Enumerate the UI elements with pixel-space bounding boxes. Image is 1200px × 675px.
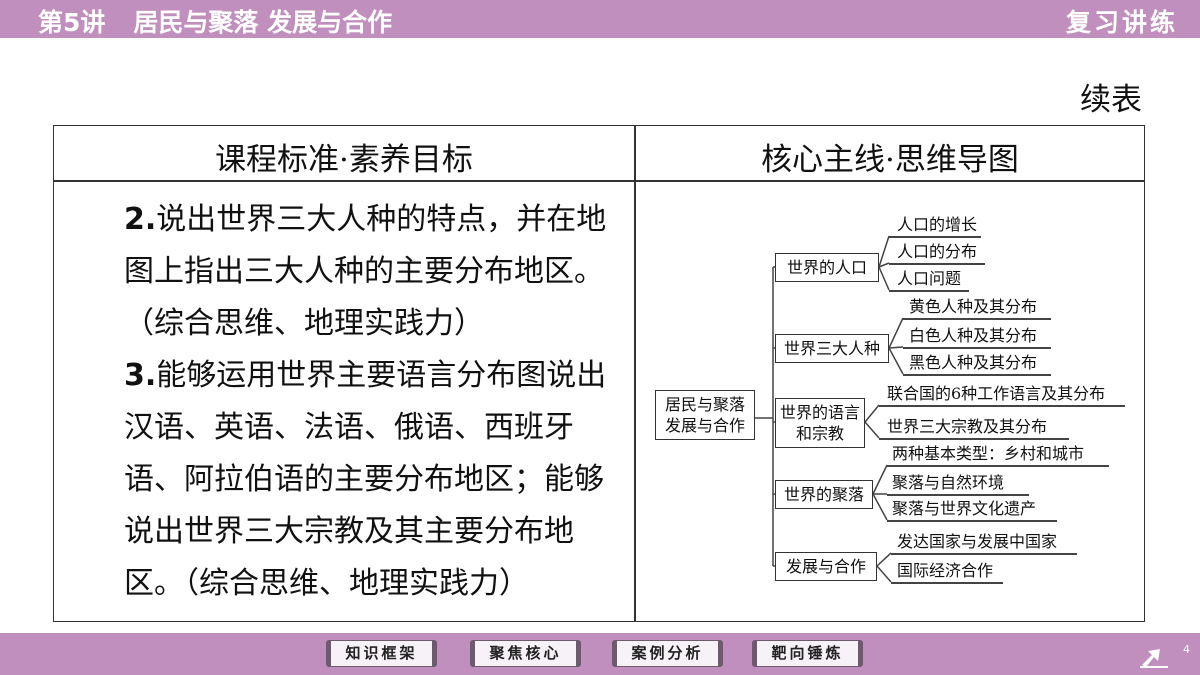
leaf-underline [891,582,1003,584]
lesson-heading: 第5讲 居民与聚落 发展与合作 [38,3,392,39]
page-arrow-icon[interactable] [1138,639,1186,669]
mindmap-leaf: 聚落与自然环境 [892,473,1005,492]
mindmap-leaf: 联合国的6种工作语言及其分布 [887,384,1106,403]
standard-item: 3.能够运用世界主要语言分布图说出汉语、英语、法语、俄语、西班牙语、阿拉伯语的主… [62,350,628,610]
mindmap-leaf: 发达国家与发展中国家 [897,532,1058,551]
leaf-underline [889,236,981,238]
leaf-underline [903,318,1051,320]
leaf-underline [887,494,1029,496]
col-header-standards: 课程标准·素养目标 [215,142,473,178]
leaf-underline [879,438,1069,440]
standard-item: 2.说出世界三大人种的特点，并在地图上指出三大人种的主要分布地区。（综合思维、地… [62,194,628,350]
mindmap-leaf: 聚落与世界文化遗产 [892,499,1037,518]
nav-button-focus-core[interactable]: 聚焦核心 [470,640,581,667]
col-header-mindmap: 核心主线·思维导图 [761,142,1019,178]
leaf-underline [879,405,1125,407]
leaf-underline [887,465,1109,467]
mindmap-leaf: 人口问题 [897,269,962,288]
mindmap-leaf: 世界三大宗教及其分布 [887,417,1048,436]
module-title: 复习讲练 [1065,8,1178,37]
lesson-title: 居民与聚落 发展与合作 [133,8,393,37]
standard-number: 2. [124,202,157,237]
mindmap-leaf: 人口的分布 [897,242,978,261]
standard-text: 能够运用世界主要语言分布图说出汉语、英语、法语、俄语、西班牙语、阿拉伯语的主要分… [124,358,607,601]
nav-button-targeted-practice[interactable]: 靶向锤炼 [752,640,863,667]
mind-map: 居民与聚落发展与合作 世界的人口 世界三大人种 世界的语言和宗教 世界的聚落 发… [601,198,1141,598]
leaf-underline [903,347,1051,349]
mindmap-leaf: 黄色人种及其分布 [909,297,1038,316]
continued-label: 续表 [1080,82,1142,118]
header-bar: 第5讲 居民与聚落 发展与合作 复习讲练 [0,0,1200,38]
page-number: 4 [1183,643,1190,656]
mindmap-leaf: 人口的增长 [897,215,978,234]
mindmap-leaf: 黑色人种及其分布 [909,353,1038,372]
row-divider [54,180,1144,182]
leaf-underline [889,263,985,265]
footer-bar: 知识框架 聚焦核心 案例分析 靶向锤炼 4 [0,633,1200,675]
leaf-underline [887,520,1057,522]
leaf-underline [891,553,1077,555]
mindmap-branch: 世界的语言和宗教 [775,398,865,448]
nav-button-case-analysis[interactable]: 案例分析 [612,640,723,667]
mindmap-branch: 发展与合作 [775,552,877,581]
standards-text: 2.说出世界三大人种的特点，并在地图上指出三大人种的主要分布地区。（综合思维、地… [62,194,628,610]
standard-text: 说出世界三大人种的特点，并在地图上指出三大人种的主要分布地区。（综合思维、地理实… [124,202,607,341]
mindmap-branch: 世界的聚落 [775,480,873,509]
mindmap-root: 居民与聚落发展与合作 [655,390,755,440]
lesson-number: 第5讲 [38,8,106,37]
mindmap-leaf: 国际经济合作 [897,561,994,580]
leaf-underline [903,374,1051,376]
mindmap-leaf: 两种基本类型：乡村和城市 [892,444,1085,463]
nav-button-knowledge-framework[interactable]: 知识框架 [326,640,437,667]
mindmap-branch: 世界三大人种 [775,334,889,363]
leaf-underline [889,290,969,292]
mindmap-leaf: 白色人种及其分布 [909,326,1038,345]
mindmap-branch: 世界的人口 [775,253,879,282]
standard-number: 3. [124,358,157,393]
